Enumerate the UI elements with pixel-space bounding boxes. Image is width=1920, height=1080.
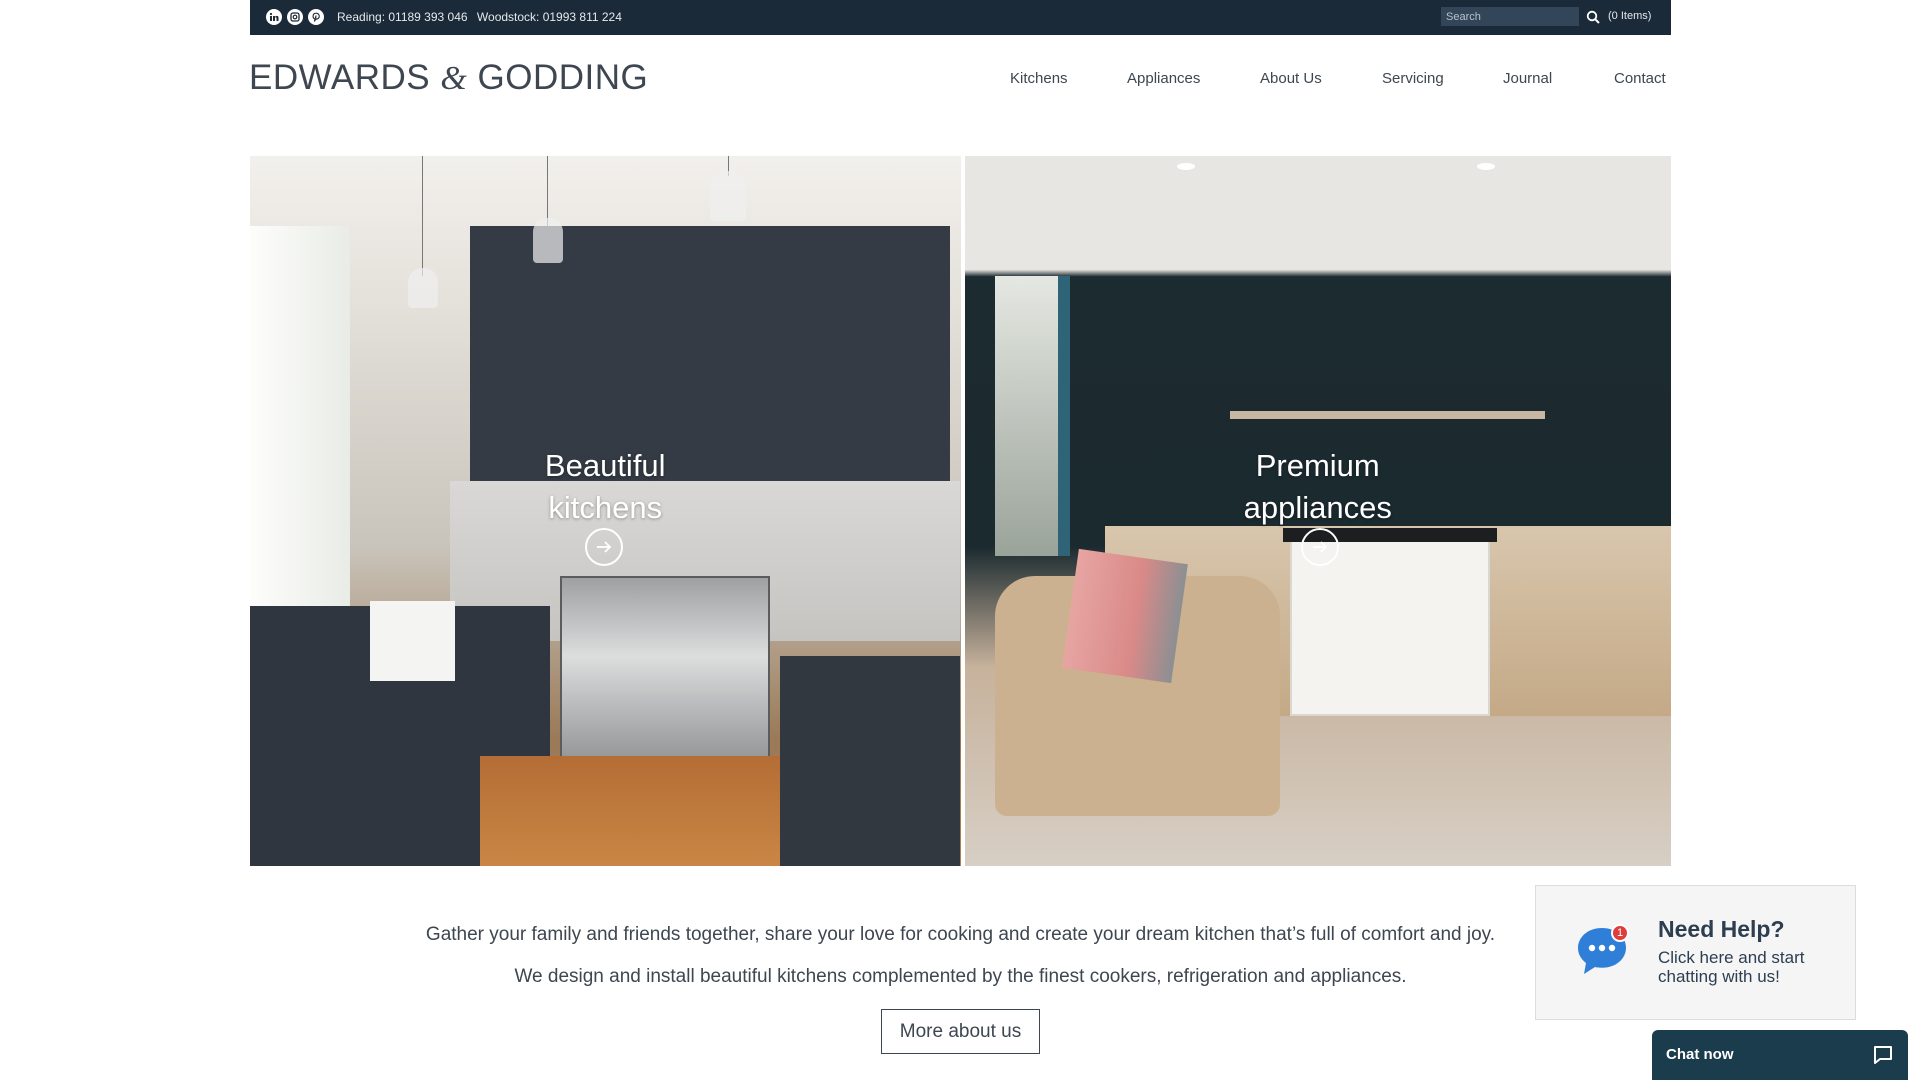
appliances-title-line2: appliances — [1243, 490, 1392, 525]
phone-reading[interactable]: Reading: 01189 393 046 — [337, 10, 468, 24]
nav-kitchens[interactable]: Kitchens — [1010, 70, 1068, 87]
kitchens-title-line1: Beautiful — [544, 448, 666, 483]
nav-servicing[interactable]: Servicing — [1382, 70, 1444, 87]
nav-contact[interactable]: Contact — [1614, 70, 1666, 87]
kitchens-arrow-icon[interactable] — [585, 528, 623, 566]
appliances-title-line1: Premium — [1255, 448, 1380, 483]
main-nav: Kitchens Appliances About Us Servicing J… — [0, 70, 1920, 90]
linkedin-icon[interactable] — [266, 9, 282, 25]
more-about-us-button[interactable]: More about us — [881, 1009, 1040, 1054]
phone-numbers: Reading: 01189 393 046 Woodstock: 01993 … — [337, 10, 628, 24]
hero: Beautiful kitchens Premium appliances — [250, 156, 1671, 866]
cart-link[interactable]: (0 Items) — [1608, 10, 1651, 22]
nav-about-us[interactable]: About Us — [1260, 70, 1322, 87]
search-icon[interactable] — [1586, 10, 1600, 24]
notification-badge: 1 — [1611, 924, 1629, 942]
search-input[interactable] — [1441, 7, 1579, 26]
nav-journal[interactable]: Journal — [1503, 70, 1552, 87]
phone-woodstock[interactable]: Woodstock: 01993 811 224 — [477, 10, 622, 24]
appliances-panel[interactable]: Premium appliances — [960, 156, 1672, 866]
instagram-icon[interactable] — [287, 9, 303, 25]
chat-icon — [1874, 1046, 1892, 1064]
nav-appliances[interactable]: Appliances — [1127, 70, 1200, 87]
help-widget[interactable]: 1 Need Help? Click here and start chatti… — [1535, 885, 1856, 1020]
top-bar: Reading: 01189 393 046 Woodstock: 01993 … — [250, 0, 1671, 35]
appliances-arrow-icon[interactable] — [1300, 528, 1339, 566]
social-links — [266, 9, 324, 25]
kitchens-title-line2: kitchens — [548, 490, 663, 525]
chat-now-bar[interactable]: Chat now — [1652, 1030, 1908, 1080]
intro-line-1: Gather your family and friends together,… — [425, 924, 1496, 945]
appliances-title: Premium appliances — [965, 445, 1672, 529]
help-text: Click here and start chatting with us! — [1658, 948, 1805, 986]
intro-line-2: We design and install beautiful kitchens… — [514, 966, 1407, 987]
chat-now-label: Chat now — [1666, 1046, 1734, 1063]
kitchens-title: Beautiful kitchens — [250, 445, 961, 529]
help-title: Need Help? — [1658, 916, 1785, 942]
kitchens-panel[interactable]: Beautiful kitchens — [250, 156, 961, 866]
pinterest-icon[interactable] — [308, 9, 324, 25]
